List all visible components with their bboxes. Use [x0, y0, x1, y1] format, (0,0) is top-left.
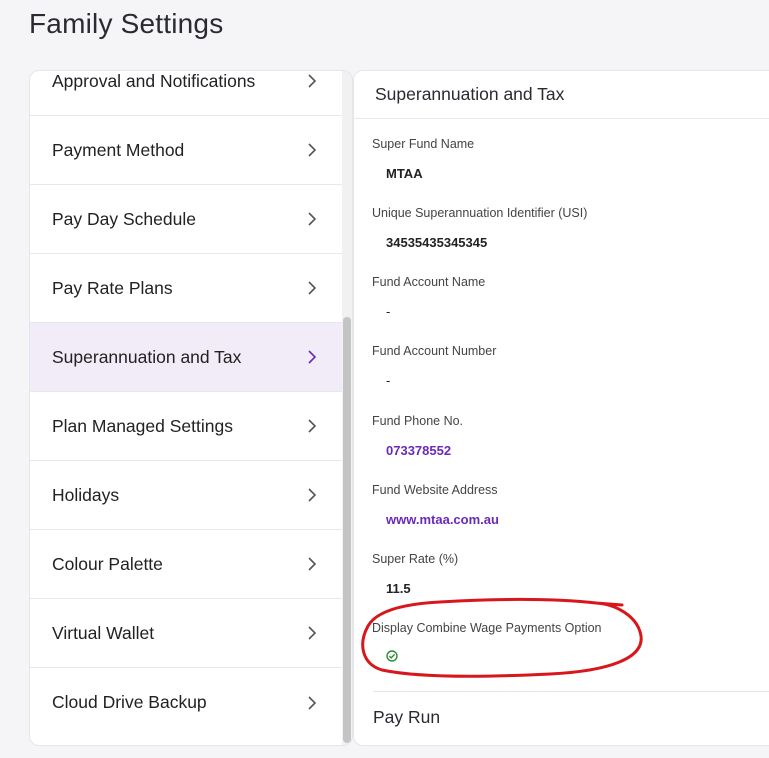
sidebar-item-superannuation-tax[interactable]: Superannuation and Tax — [30, 323, 342, 392]
superannuation-detail-panel: Superannuation and Tax Super Fund Name M… — [353, 70, 769, 746]
sidebar-item-label: Pay Rate Plans — [52, 277, 173, 298]
field-label: Fund Phone No. — [372, 414, 464, 428]
sidebar-item-label: Superannuation and Tax — [52, 346, 242, 367]
sidebar-item-pay-rate-plans[interactable]: Pay Rate Plans — [30, 254, 342, 323]
chevron-right-icon — [306, 280, 318, 296]
sidebar-item-virtual-wallet[interactable]: Virtual Wallet — [30, 599, 342, 668]
settings-sidebar: Approval and Notifications Payment Metho… — [29, 70, 353, 746]
field-value: 11.5 — [386, 581, 411, 596]
fund-phone-link[interactable]: 073378552 — [386, 443, 463, 458]
field-value: - — [386, 304, 391, 319]
field-super-fund-name: Super Fund Name MTAA — [372, 137, 474, 181]
check-circle-icon — [386, 649, 398, 662]
field-label: Fund Website Address — [372, 483, 498, 497]
sidebar-scrollbar[interactable] — [342, 71, 352, 745]
pay-run-section-title[interactable]: Pay Run — [373, 707, 440, 728]
sidebar-item-label: Virtual Wallet — [52, 622, 155, 643]
sidebar-scrollbar-thumb[interactable] — [343, 317, 351, 743]
field-value: - — [386, 373, 391, 388]
field-label: Display Combine Wage Payments Option — [372, 621, 602, 635]
field-fund-website: Fund Website Address www.mtaa.com.au — [372, 483, 499, 527]
field-combine-wage-payments: Display Combine Wage Payments Option — [372, 621, 602, 662]
sidebar-item-label: Payment Method — [52, 139, 185, 160]
field-label: Unique Superannuation Identifier (USI) — [372, 206, 588, 220]
sidebar-item-approval-notifications[interactable]: Approval and Notifications — [30, 70, 342, 116]
sidebar-item-plan-managed-settings[interactable]: Plan Managed Settings — [30, 392, 342, 461]
chevron-right-icon — [306, 625, 318, 641]
chevron-right-icon — [306, 211, 318, 227]
page-title: Family Settings — [29, 8, 224, 39]
sidebar-item-label: Holidays — [52, 484, 120, 505]
section-divider — [373, 691, 769, 692]
field-label: Fund Account Name — [372, 275, 486, 289]
field-label: Super Rate (%) — [372, 552, 459, 566]
sidebar-item-label: Plan Managed Settings — [52, 415, 233, 436]
chevron-right-icon — [306, 556, 318, 572]
sidebar-item-label: Cloud Drive Backup — [52, 692, 207, 712]
field-fund-account-name: Fund Account Name - — [372, 275, 485, 319]
sidebar-item-payment-method[interactable]: Payment Method — [30, 116, 342, 185]
sidebar-item-label: Colour Palette — [52, 553, 163, 574]
sidebar-item-colour-palette[interactable]: Colour Palette — [30, 530, 342, 599]
sidebar-item-label: Pay Day Schedule — [52, 208, 196, 229]
chevron-right-icon — [306, 73, 318, 89]
chevron-right-icon — [306, 349, 318, 365]
panel-header: Superannuation and Tax — [354, 71, 769, 119]
chevron-right-icon — [306, 418, 318, 434]
field-fund-phone: Fund Phone No. 073378552 — [372, 414, 463, 458]
chevron-right-icon — [306, 142, 318, 158]
chevron-right-icon — [306, 695, 318, 711]
chevron-right-icon — [306, 487, 318, 503]
field-label: Fund Account Number — [372, 344, 497, 358]
field-value: MTAA — [386, 166, 423, 181]
field-usi: Unique Superannuation Identifier (USI) 3… — [372, 206, 587, 250]
field-value: 34535435345345 — [386, 235, 488, 250]
sidebar-item-holidays[interactable]: Holidays — [30, 461, 342, 530]
fund-website-link[interactable]: www.mtaa.com.au — [386, 512, 499, 527]
sidebar-item-cloud-drive-backup[interactable]: Cloud Drive Backup — [30, 668, 342, 737]
field-fund-account-number: Fund Account Number - — [372, 344, 496, 388]
sidebar-item-pay-day-schedule[interactable]: Pay Day Schedule — [30, 185, 342, 254]
settings-menu-list: Approval and Notifications Payment Metho… — [30, 70, 342, 737]
field-super-rate: Super Rate (%) 11.5 — [372, 552, 458, 596]
sidebar-item-label: Approval and Notifications — [52, 70, 256, 91]
field-label: Super Fund Name — [372, 137, 475, 151]
